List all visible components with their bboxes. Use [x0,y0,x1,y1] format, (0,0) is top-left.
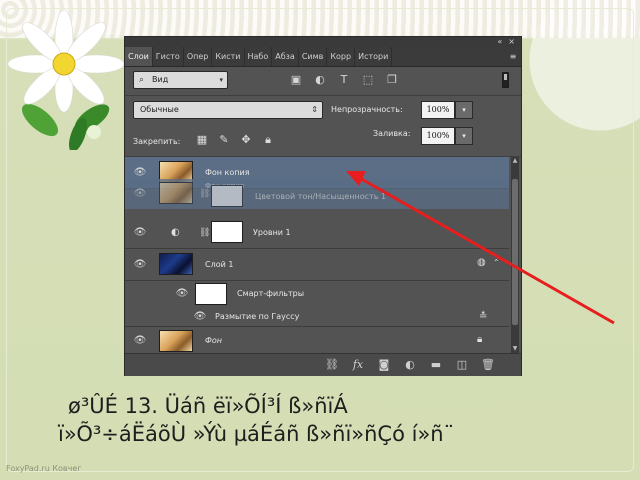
lock-label: Закрепить: [133,137,181,146]
new-group-icon[interactable]: ▬ [429,358,443,372]
filter-mask-thumbnail [195,283,227,305]
layer-filter-select[interactable]: ⌕ Вид ▾ [133,71,228,89]
chain-icon: ⛓ [199,189,211,199]
window-buttons: « × [497,37,515,47]
layer-name: Уровни 1 [253,228,291,237]
chain-icon: ⛓ [199,228,211,238]
eye-icon[interactable]: 👁︎ [193,311,207,323]
tab-layers[interactable]: Слои [125,47,153,66]
layer-thumbnail [159,330,193,352]
opacity-label: Непрозрачность: [331,105,403,114]
eye-icon[interactable]: 👁︎ [133,167,147,179]
opacity-dropdown-icon[interactable]: ▾ [455,101,473,119]
fill-dropdown-icon[interactable]: ▾ [455,127,473,145]
daisy-decoration [7,9,125,150]
panel-title-bar: « × [125,37,521,47]
layer-name: Фон копия [205,168,250,177]
mask-thumbnail [211,221,243,243]
layer-name: Слой 1 [205,260,234,269]
slide-caption: ø³ÛÉ 13. Üáñ ëï»ÕÍ³Í ß»ñïÁ ï»Õ³÷áËáõÙ »Ý… [58,392,620,448]
close-icon[interactable]: × [508,37,515,47]
chevron-down-icon: ▾ [219,76,223,84]
tab-brushes[interactable]: Кисти [212,47,245,66]
filter-options-icon[interactable]: ≛ [479,311,487,323]
panel-tabs: Слои Гисто Опер Кисти Набо Абза Симв Кор… [125,47,521,67]
filter-row: ⌕ Вид ▾ ▣ ◐ T ⬚ ❐ [133,71,515,91]
dragged-layer-ghost: 👁︎ Фон копия ⛓ Цветовой тон/Насыщенность… [125,179,509,209]
eye-icon[interactable]: 👁︎ [133,227,147,239]
tab-histogram[interactable]: Гисто [153,47,184,66]
smart-object-icon: ◍ [477,257,486,268]
collapse-icon[interactable]: « [497,37,502,47]
layer-row-layer1[interactable]: 👁︎ Слой 1 ◍ ⌃ [125,249,509,281]
shape-filter-icon[interactable]: ⬚ [361,73,375,87]
lock-transparency-icon[interactable]: ▦ [195,133,209,147]
watermark-text: FoxyPad.ru Ковчег [6,464,82,473]
new-layer-icon[interactable]: ◫ [455,358,469,372]
tab-correction[interactable]: Корр [327,47,356,66]
type-filter-icon[interactable]: T [337,73,351,87]
scrollbar-thumb[interactable] [512,179,518,325]
link-icon[interactable]: ⛓ [325,358,339,372]
layer-name: Размытие по Гауссу [215,312,300,321]
opacity-input[interactable]: 100% [421,101,455,119]
lock-brush-icon[interactable]: ✎ [217,133,231,147]
filter-toggle-switch[interactable] [502,72,509,88]
lock-move-icon[interactable]: ✥ [239,133,253,147]
smart-object-filter-icon[interactable]: ❐ [385,73,399,87]
lock-icon: 🔒︎ [477,334,483,345]
blend-mode-value: Обычные [140,105,179,114]
tab-paragraph[interactable]: Абза [272,47,299,66]
add-mask-icon[interactable]: ◙ [377,358,391,372]
layer-name: Смарт-фильтры [237,289,305,298]
fill-label: Заливка: [373,129,411,138]
chevron-down-icon[interactable]: ⌃ [493,257,500,269]
adjustment-filter-icon[interactable]: ◐ [313,73,327,87]
divider [125,95,521,96]
eye-icon: 👁︎ [133,188,147,199]
layers-panel: « × Слои Гисто Опер Кисти Набо Абза Симв… [124,36,522,376]
layer-name: Фон [205,336,223,345]
layer-thumbnail [159,182,193,204]
adjustment-icon: ◐ [171,227,180,238]
layer-thumbnail [159,253,193,275]
filter-icons: ▣ ◐ T ⬚ ❐ [289,71,399,89]
caption-line-1: ø³ÛÉ 13. Üáñ ëï»ÕÍ³Í ß»ñïÁ [68,394,348,418]
layers-list: 👁︎ Фон копия 👁︎ Фон копия ⛓ Цветовой тон… [125,157,509,355]
tab-actions[interactable]: Опер [184,47,213,66]
lock-icon[interactable]: 🔒︎ [261,133,275,147]
search-icon: ⌕ [139,75,145,85]
blend-mode-select[interactable]: Обычные ⇕ [133,101,323,119]
tab-brush-presets[interactable]: Набо [245,47,273,66]
tab-character[interactable]: Симв [299,47,328,66]
eye-icon[interactable]: 👁︎ [133,335,147,347]
smart-filters-row[interactable]: 👁︎ Смарт-фильтры [125,281,509,307]
scroll-down-icon[interactable]: ▼ [511,345,519,353]
scroll-up-icon[interactable]: ▲ [511,157,519,165]
fill-input[interactable]: 100% [421,127,455,145]
bottom-icons: ⛓ fx ◙ ◐ ▬ ◫ 🗑︎ [325,358,495,372]
gaussian-blur-row[interactable]: 👁︎ Размытие по Гауссу ≛ [125,307,509,327]
eye-icon[interactable]: 👁︎ [133,259,147,271]
trash-icon[interactable]: 🗑︎ [481,358,495,372]
panel-bottom-bar: ⛓ fx ◙ ◐ ▬ ◫ 🗑︎ [125,353,521,376]
panel-menu-icon[interactable]: ≡ [505,47,521,66]
filter-selected-value: Вид [152,75,169,84]
updown-arrow-icon: ⇕ [311,105,318,114]
caption-line-2: ï»Õ³÷áËáõÙ »Ýù µáÉáñ ß»ñï»ñÇó í»ñ¨ [58,422,455,446]
layer-name: Цветовой тон/Насыщенность 1 [255,192,387,201]
fx-icon[interactable]: fx [351,358,365,372]
layer-row-levels[interactable]: 👁︎ ◐ ⛓ Уровни 1 [125,217,509,249]
lock-icons: ▦ ✎ ✥ 🔒︎ [195,133,275,147]
blend-row: Обычные ⇕ Непрозрачность: 100% ▾ [133,101,515,121]
lock-row: Закрепить: ▦ ✎ ✥ 🔒︎ Заливка: 100% ▾ [133,127,515,153]
layer-row-background[interactable]: 👁︎ Фон 🔒︎ [125,327,509,355]
tab-history[interactable]: Истори [355,47,393,66]
image-filter-icon[interactable]: ▣ [289,73,303,87]
new-adjustment-icon[interactable]: ◐ [403,358,417,372]
mask-thumbnail [211,185,243,207]
eye-icon[interactable]: 👁︎ [175,288,189,300]
